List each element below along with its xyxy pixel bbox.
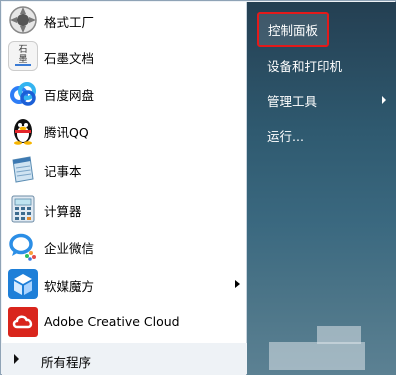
notepad-icon [8, 154, 38, 184]
pinned-programs-pane: 格式工厂 石墨 石墨文档 百度网盘 腾讯QQ 记事本 计算器 企业微信 软媒魔方… [2, 2, 247, 343]
program-label: 企业微信 [44, 241, 95, 256]
devices-and-printers-link[interactable]: 设备和打印机 [267, 56, 342, 75]
program-item-shimo-docs[interactable]: 石墨 石墨文档 [4, 39, 244, 75]
control-panel-link[interactable]: 控制面板 [257, 12, 330, 47]
wecom-icon [8, 231, 38, 261]
all-programs-label: 所有程序 [41, 355, 92, 370]
program-label: 计算器 [44, 204, 82, 219]
program-label: 腾讯QQ [44, 125, 89, 140]
admin-tools-link[interactable]: 管理工具 [267, 91, 317, 110]
devices-and-printers-label: 设备和打印机 [267, 59, 343, 74]
start-menu: 格式工厂 石墨 石墨文档 百度网盘 腾讯QQ 记事本 计算器 企业微信 软媒魔方… [0, 0, 396, 375]
shimo-docs-icon: 石墨 [8, 41, 38, 71]
system-links-pane: 控制面板 设备和打印机 管理工具 运行... [247, 2, 396, 375]
program-item-notepad[interactable]: 记事本 [4, 152, 244, 188]
program-item-tencent-qq[interactable]: 腾讯QQ [4, 113, 244, 149]
program-label: 格式工厂 [44, 15, 95, 30]
baidu-netdisk-icon [8, 78, 38, 108]
program-label: 石墨文档 [44, 51, 95, 66]
calculator-icon [8, 194, 38, 224]
blurred-shutdown-area-top [317, 326, 361, 344]
program-item-format-factory[interactable]: 格式工厂 [4, 3, 244, 39]
triangle-right-icon [14, 354, 19, 364]
program-label: Adobe Creative Cloud [44, 314, 180, 329]
run-label: 运行... [267, 129, 304, 144]
all-programs-button[interactable]: 所有程序 [2, 343, 246, 375]
program-item-baidu-netdisk[interactable]: 百度网盘 [4, 76, 244, 112]
shimo-icon-text: 石墨 [18, 45, 28, 65]
submenu-arrow-icon [235, 280, 240, 288]
blurred-shutdown-area [269, 342, 365, 370]
program-label: 软媒魔方 [44, 279, 95, 294]
format-factory-icon [8, 5, 38, 35]
program-item-calculator[interactable]: 计算器 [4, 192, 244, 228]
admin-tools-label: 管理工具 [267, 94, 318, 109]
program-item-adobe-creative-cloud[interactable]: Adobe Creative Cloud [4, 305, 244, 341]
ruanmei-mofang-icon [8, 269, 38, 299]
qq-penguin-icon [8, 115, 38, 145]
program-label: 百度网盘 [44, 88, 95, 103]
program-item-wecom[interactable]: 企业微信 [4, 229, 244, 265]
adobe-creative-cloud-icon [8, 307, 38, 337]
run-link[interactable]: 运行... [267, 126, 304, 145]
program-item-ruanmei-mofang[interactable]: 软媒魔方 [4, 267, 244, 303]
control-panel-label: 控制面板 [268, 23, 319, 38]
submenu-arrow-icon [382, 96, 386, 104]
program-label: 记事本 [44, 164, 82, 179]
